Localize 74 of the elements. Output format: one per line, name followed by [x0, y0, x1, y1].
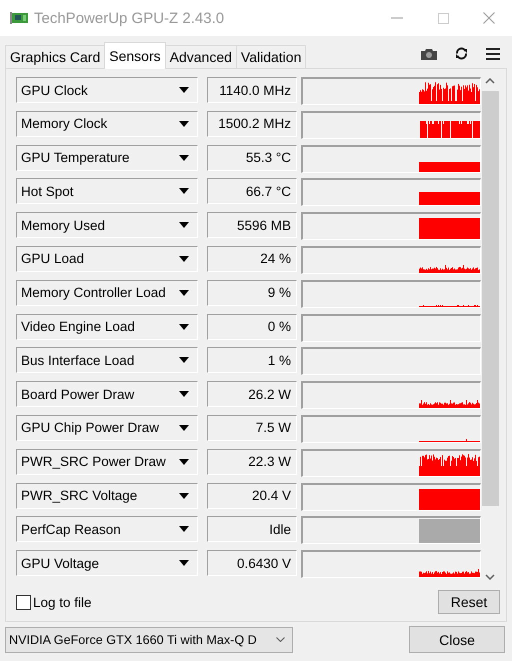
sensor-select[interactable]: GPU Clock — [16, 77, 198, 103]
dropdown-arrow-icon — [179, 188, 189, 194]
dropdown-arrow-icon — [179, 357, 189, 364]
sensor-select[interactable]: GPU Chip Power Draw — [16, 414, 198, 441]
sensor-select[interactable]: GPU Load — [16, 246, 198, 272]
graph-plot — [419, 162, 480, 172]
dropdown-arrow-icon — [179, 458, 189, 465]
sensor-select[interactable]: Video Engine Load — [16, 314, 198, 340]
sensor-reading: 24 % — [207, 246, 297, 272]
chevron-icon — [276, 637, 285, 642]
graph-plot — [419, 400, 480, 408]
app-icon — [10, 11, 28, 25]
close-icon[interactable] — [483, 12, 495, 24]
scroll-down-icon[interactable] — [485, 574, 495, 580]
sensor-select[interactable]: Bus Interface Load — [16, 347, 198, 374]
dropdown-arrow-icon — [179, 560, 189, 566]
graph-plot — [420, 120, 480, 138]
scrollbar-thumb[interactable] — [482, 91, 498, 506]
graph-plot — [419, 438, 480, 442]
dropdown-arrow-icon — [179, 391, 189, 398]
graph-plot — [419, 82, 480, 104]
menu-icon[interactable] — [486, 48, 500, 60]
tab[interactable]: Sensors — [104, 42, 166, 69]
sensor-select[interactable]: PerfCap Reason — [16, 516, 198, 542]
window-title: TechPowerUp GPU-Z 2.43.0 — [34, 10, 226, 26]
sensor-reading: 9 % — [207, 280, 297, 306]
dropdown-arrow-icon — [179, 222, 189, 228]
dropdown-arrow-icon — [179, 324, 189, 330]
tab[interactable]: Graphics Card — [5, 45, 106, 68]
reset-button[interactable]: Reset — [438, 590, 500, 614]
sensor-reading: 0 % — [207, 314, 297, 340]
sensor-select[interactable]: Memory Controller Load — [16, 280, 198, 306]
tab[interactable]: Validation — [236, 45, 306, 68]
dropdown-arrow-icon — [179, 87, 189, 93]
camera-icon[interactable] — [421, 48, 437, 60]
sensor-select[interactable]: Hot Spot — [16, 178, 198, 204]
log-to-file-checkbox[interactable]: Log to file — [16, 594, 438, 610]
sensor-reading: 1140.0 MHz — [207, 77, 297, 103]
sensor-reading: 26.2 W — [207, 381, 297, 408]
graph-plot — [419, 488, 480, 510]
sensor-reading: 22.3 W — [207, 448, 297, 475]
scroll-up-icon[interactable] — [485, 78, 495, 84]
sensor-reading: 7.5 W — [207, 414, 297, 441]
sensor-select[interactable]: Memory Clock — [16, 110, 198, 137]
graph-plot — [419, 218, 480, 240]
device-select[interactable]: NVIDIA GeForce GTX 1660 Ti with Max-Q D — [5, 626, 293, 652]
sensor-select[interactable]: Board Power Draw — [16, 381, 198, 408]
sensor-reading: 1 % — [207, 347, 297, 374]
sensor-reading: 66.7 °C — [207, 178, 297, 204]
close-button[interactable]: Close — [409, 626, 505, 653]
refresh-icon[interactable] — [455, 47, 468, 60]
dropdown-arrow-icon — [179, 424, 189, 431]
sensor-select[interactable]: GPU Temperature — [16, 144, 198, 171]
sensor-select[interactable]: PWR_SRC Voltage — [16, 482, 198, 509]
sensor-reading: 5596 MB — [207, 212, 297, 238]
sensor-reading: 0.6430 V — [207, 550, 297, 576]
dropdown-arrow-icon — [179, 154, 189, 161]
minimize-icon[interactable] — [391, 17, 403, 19]
dropdown-arrow-icon — [179, 526, 189, 532]
sensor-reading: 1500.2 MHz — [207, 110, 297, 137]
graph-plot — [419, 192, 480, 206]
sensor-select[interactable]: PWR_SRC Power Draw — [16, 448, 198, 475]
sensor-select[interactable]: GPU Voltage — [16, 550, 198, 576]
sensor-reading: Idle — [207, 516, 297, 542]
dropdown-arrow-icon — [179, 120, 189, 127]
sensor-reading: 20.4 V — [207, 482, 297, 509]
dropdown-arrow-icon — [179, 256, 189, 262]
graph-plot — [419, 264, 480, 273]
dropdown-arrow-icon — [179, 290, 189, 296]
graph-plot — [419, 454, 480, 476]
sensor-reading: 55.3 °C — [207, 144, 297, 171]
dropdown-arrow-icon — [179, 492, 189, 499]
sensor-select[interactable]: Memory Used — [16, 212, 198, 238]
graph-plot — [419, 569, 480, 578]
